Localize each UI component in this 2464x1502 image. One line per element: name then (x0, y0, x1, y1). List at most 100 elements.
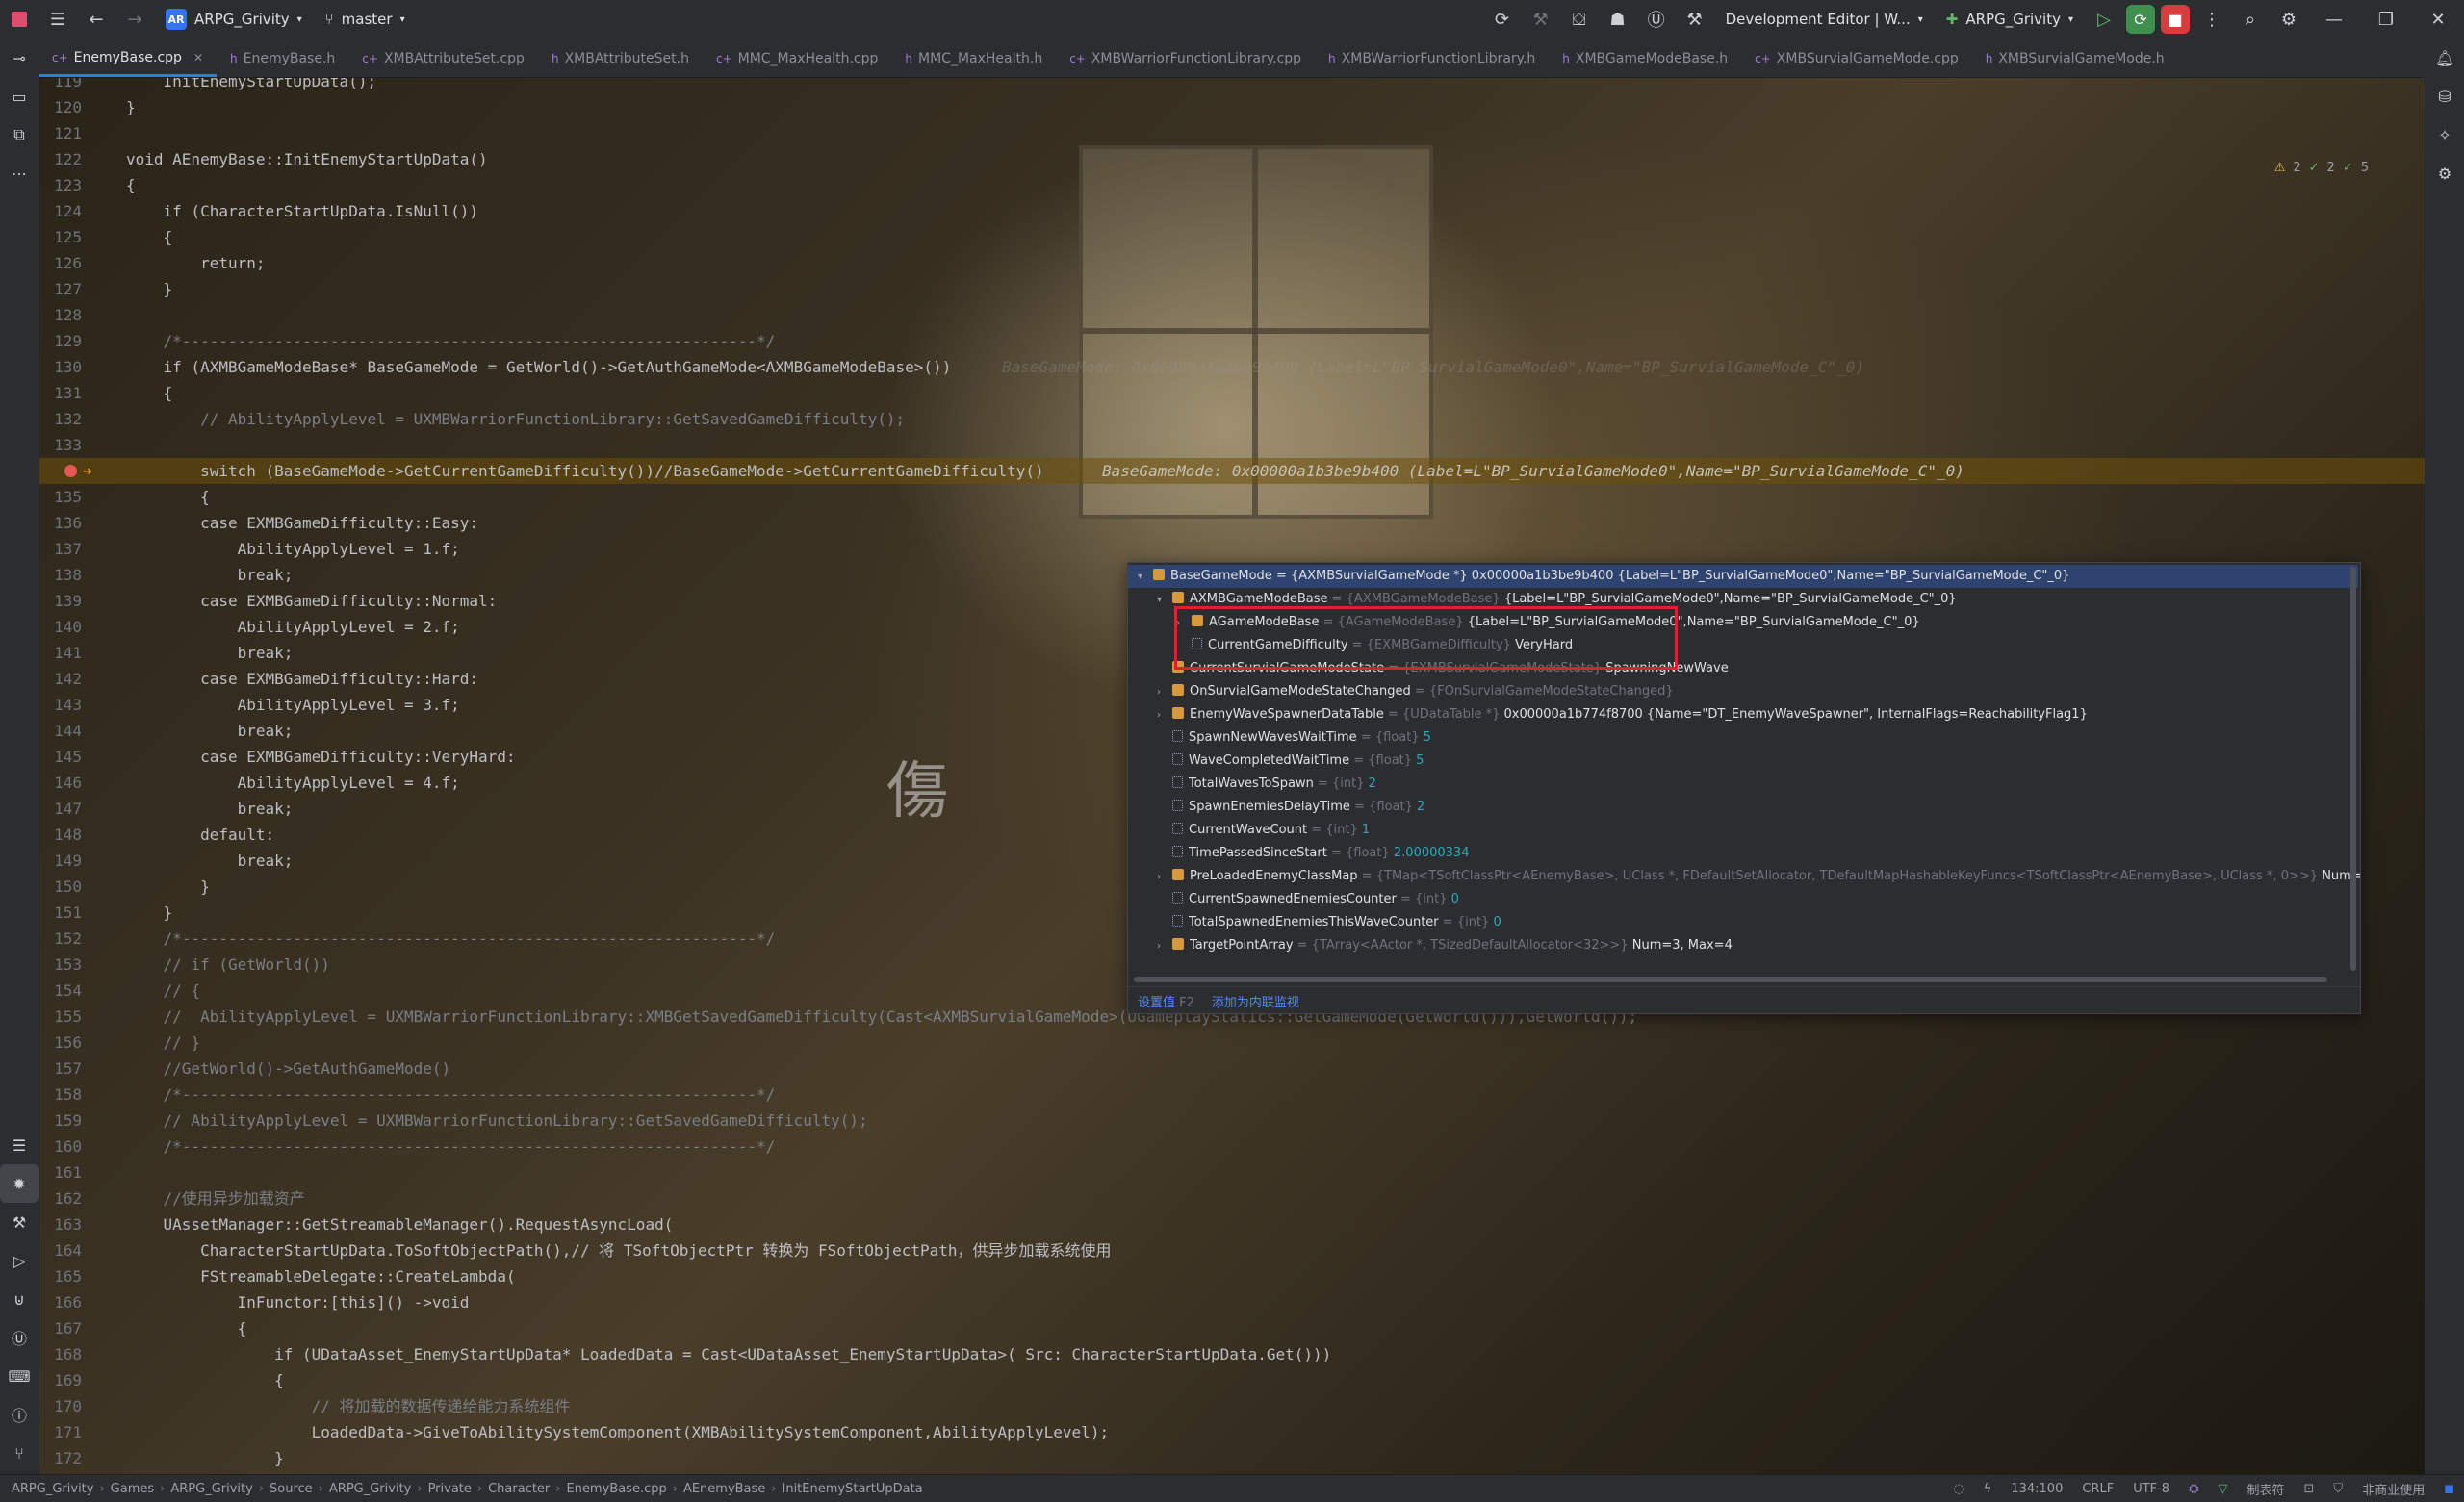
line-number[interactable]: 155 (39, 1004, 82, 1030)
branch-selector[interactable]: ⑂ master ▾ (314, 5, 417, 34)
line-number[interactable]: 144 (39, 718, 82, 744)
breadcrumb-item[interactable]: Games (105, 1482, 160, 1496)
debug-variable-row[interactable]: › EnemyWaveSpawnerDataTable = {UDataTable… (1128, 703, 2088, 726)
main-menu-icon[interactable]: ☰ (38, 0, 77, 38)
line-number[interactable]: 141 (39, 640, 82, 666)
line-number[interactable]: 162 (39, 1185, 82, 1211)
inline-debug-value[interactable]: BaseGameMode: 0x00000a1b3be9b400 (Label=… (1002, 354, 1864, 380)
breakpoint-icon[interactable] (64, 465, 77, 477)
settings-icon[interactable]: ⚙ (2270, 0, 2308, 38)
tab-9[interactable]: c+ XMBSurvialGameMode.cpp (1741, 40, 1972, 77)
line-number[interactable]: 149 (39, 848, 82, 874)
line-ending[interactable]: CRLF (2082, 1482, 2114, 1496)
background-tasks-icon[interactable]: ◌ (1953, 1482, 1964, 1496)
terminal-icon[interactable]: ⌨ (0, 1357, 38, 1395)
resume-icon[interactable]: ▷ (2085, 0, 2123, 38)
line-number[interactable]: 168 (39, 1341, 82, 1367)
line-number[interactable]: 171 (39, 1419, 82, 1445)
line-number[interactable]: 124 (39, 198, 82, 224)
breadcrumb-item[interactable]: ARPG_Grivity (165, 1482, 258, 1496)
folder-icon[interactable]: ▭ (0, 77, 38, 115)
debug-variable-row[interactable]: CurrentWaveCount = {int} 1 (1128, 819, 1370, 842)
set-value-link[interactable]: 设置值 F2 (1138, 992, 1194, 1010)
line-number[interactable]: 140 (39, 614, 82, 640)
expand-arrow-icon[interactable]: › (1157, 704, 1170, 727)
resharper-icon[interactable]: ⛭ (2189, 1482, 2198, 1496)
project-selector[interactable]: AR ARPG_Grivity ▾ (154, 5, 314, 34)
expand-arrow-icon[interactable]: › (1157, 866, 1170, 889)
debug-variable-row[interactable]: SpawnEnemiesDelayTime = {float} 2 (1128, 796, 1424, 819)
search-icon[interactable]: ⌕ (2231, 0, 2270, 38)
breadcrumb-item[interactable]: Source (264, 1482, 319, 1496)
expand-arrow-icon[interactable]: › (1157, 681, 1170, 704)
license-label[interactable]: 非商业使用 (2362, 1480, 2425, 1498)
line-number[interactable]: 123 (39, 172, 82, 198)
horizontal-scrollbar[interactable] (1134, 977, 2327, 982)
line-number[interactable]: 131 (39, 380, 82, 406)
package-icon[interactable]: ⛋ (1560, 0, 1599, 38)
line-number[interactable]: 151 (39, 900, 82, 926)
forward-icon[interactable]: → (116, 0, 154, 38)
git-icon[interactable]: ⑂ (0, 1434, 38, 1472)
line-number[interactable]: 147 (39, 796, 82, 822)
line-number[interactable]: 159 (39, 1107, 82, 1133)
line-number[interactable]: 170 (39, 1393, 82, 1419)
tab-10[interactable]: h XMBSurvialGameMode.h (1972, 40, 2178, 77)
build-tool-icon[interactable]: ⚒ (0, 1203, 38, 1241)
line-number[interactable]: 120 (39, 94, 82, 120)
target-selector[interactable]: ✚ ARPG_Grivity ▾ (1935, 5, 2085, 34)
collapse-arrow-icon[interactable]: ▾ (1157, 589, 1170, 612)
debug-variable-row[interactable]: TotalSpawnedEnemiesThisWaveCounter = {in… (1128, 911, 1502, 934)
line-number[interactable]: 169 (39, 1367, 82, 1393)
breadcrumb-item[interactable]: InitEnemyStartUpData (777, 1482, 929, 1496)
tab-7[interactable]: h XMBWarriorFunctionLibrary.h (1315, 40, 1549, 77)
line-number[interactable]: 158 (39, 1082, 82, 1107)
line-number[interactable]: 156 (39, 1030, 82, 1056)
cursor-position[interactable]: 134:100 (2011, 1482, 2063, 1496)
line-number[interactable]: 148 (39, 822, 82, 848)
ai-assistant-icon[interactable]: ✧ (2426, 115, 2464, 154)
line-number[interactable]: 172 (39, 1445, 82, 1471)
line-number[interactable]: 125 (39, 224, 82, 250)
add-inline-watch-link[interactable]: 添加为内联监视 (1212, 992, 1299, 1010)
line-number[interactable]: 143 (39, 692, 82, 718)
file-encoding[interactable]: UTF-8 (2133, 1482, 2169, 1496)
breadcrumb-item[interactable]: Character (482, 1482, 555, 1496)
tab-8[interactable]: h XMBGameModeBase.h (1549, 40, 1741, 77)
line-number[interactable]: 136 (39, 510, 82, 536)
debug-variable-row[interactable]: › OnSurvialGameModeStateChanged = {FOnSur… (1128, 680, 1674, 703)
problems-icon[interactable]: ⓘ (0, 1395, 38, 1434)
debug-variable-row[interactable]: › TargetPointArray = {TArray<AActor *, TS… (1128, 934, 1732, 957)
tab-6[interactable]: c+ XMBWarriorFunctionLibrary.cpp (1056, 40, 1315, 77)
inline-debug-value[interactable]: BaseGameMode: 0x00000a1b3be9b400 (Label=… (1102, 458, 1964, 484)
line-number[interactable]: 121 (39, 120, 82, 146)
line-number[interactable]: 166 (39, 1289, 82, 1315)
line-number[interactable]: 138 (39, 562, 82, 588)
more-tools-icon[interactable]: ⋯ (0, 154, 38, 192)
unreal-icon[interactable]: Ⓤ (1637, 0, 1676, 38)
line-number[interactable]: 161 (39, 1159, 82, 1185)
line-number[interactable]: 157 (39, 1056, 82, 1082)
line-number[interactable]: 137 (39, 536, 82, 562)
close-icon[interactable]: ✕ (2412, 0, 2464, 38)
line-number[interactable]: 150 (39, 874, 82, 900)
debug-running-button[interactable]: ⟳ (2126, 5, 2155, 34)
notifications-icon[interactable]: 🔔︎ (2426, 38, 2464, 77)
close-tab-icon[interactable]: ✕ (193, 51, 203, 64)
readonly-lock-icon[interactable]: ⊡ (2304, 1482, 2315, 1496)
feedback-icon[interactable]: ◼ (2444, 1482, 2454, 1496)
tab-5[interactable]: h MMC_MaxHealth.h (891, 40, 1056, 77)
unreal-tool-icon[interactable]: Ⓤ (0, 1318, 38, 1357)
line-number[interactable]: 164 (39, 1237, 82, 1263)
refresh-icon[interactable]: ⟳ (1483, 0, 1522, 38)
debug-variable-row[interactable]: WaveCompletedWaitTime = {float} 5 (1128, 750, 1424, 773)
power-save-icon[interactable]: ϟ (1984, 1482, 1992, 1496)
breadcrumb-item[interactable]: ARPG_Grivity (323, 1482, 417, 1496)
breadcrumb-item[interactable]: Private (423, 1482, 477, 1496)
list-icon[interactable]: ☰ (0, 1126, 38, 1164)
line-number[interactable]: 135 (39, 484, 82, 510)
line-number[interactable]: 165 (39, 1263, 82, 1289)
expand-arrow-icon[interactable]: › (1157, 935, 1170, 958)
minimize-icon[interactable]: — (2308, 0, 2360, 38)
back-icon[interactable]: ← (77, 0, 116, 38)
